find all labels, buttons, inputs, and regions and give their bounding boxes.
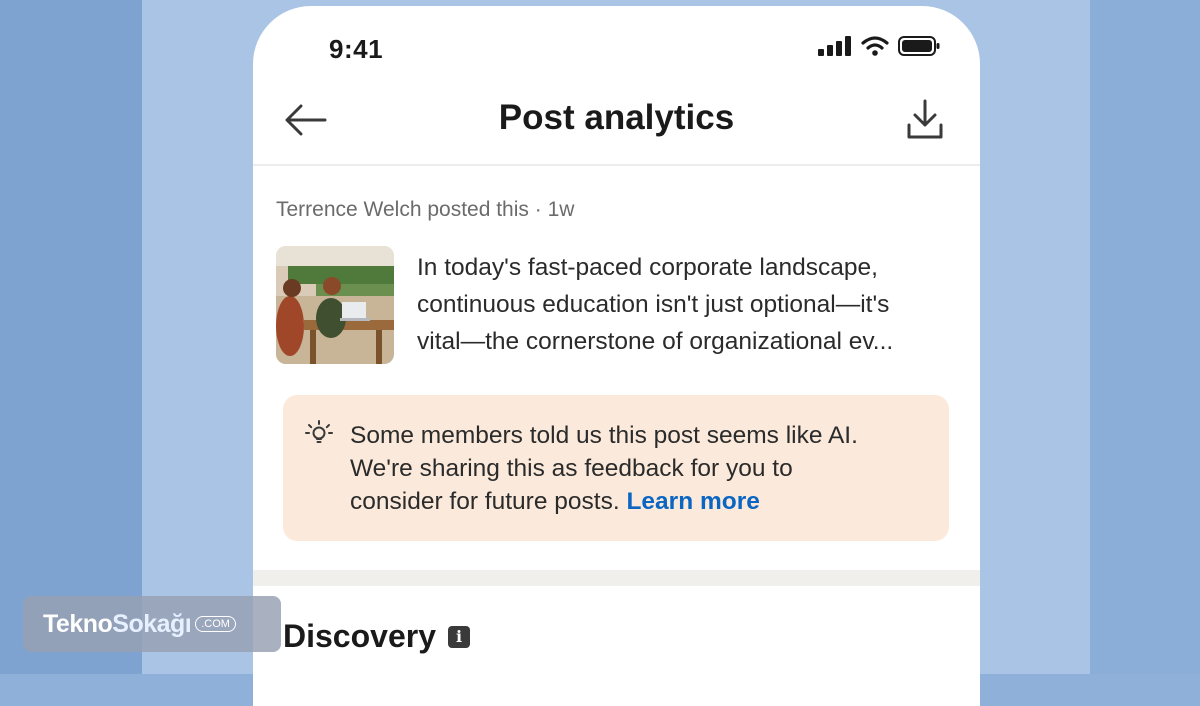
watermark-brand-part: Tekno xyxy=(43,609,113,638)
status-time: 9:41 xyxy=(329,34,384,64)
ai-notice-text: Some members told us this post seems lik… xyxy=(350,419,930,518)
discovery-section-header: Discovery i xyxy=(283,618,470,655)
learn-more-link[interactable]: Learn more xyxy=(626,488,759,515)
watermark-tld: .COM xyxy=(195,616,236,632)
watermark-brand-part: Sokağı xyxy=(112,609,192,638)
background-right-band xyxy=(1090,0,1200,674)
post-excerpt-line: In today's fast-paced corporate landscap… xyxy=(417,254,878,281)
section-divider xyxy=(253,570,980,586)
download-icon xyxy=(907,99,943,139)
page-title: Post analytics xyxy=(498,98,735,137)
signal-icon xyxy=(818,36,851,56)
info-icon[interactable]: i xyxy=(447,625,470,648)
post-excerpt-line: vital—the cornerstone of organizational … xyxy=(417,328,894,355)
watermark-brand: TeknoSokağı xyxy=(43,609,192,639)
post-age: 1w xyxy=(547,198,575,221)
post-meta: Terrence Welch posted this · 1w xyxy=(276,198,574,222)
lightbulb-icon xyxy=(305,419,333,447)
post-meta-separator: · xyxy=(534,198,542,221)
background-left-band xyxy=(0,0,142,674)
discovery-title: Discovery xyxy=(283,618,436,654)
post-excerpt[interactable]: In today's fast-paced corporate landscap… xyxy=(417,249,962,360)
wifi-icon xyxy=(861,36,889,56)
status-icons xyxy=(818,36,940,56)
post-photo xyxy=(276,246,394,364)
phone-screen: 9:41 Post analytics Terrence Welch poste… xyxy=(253,6,980,706)
battery-icon xyxy=(898,36,940,56)
post-excerpt-line: continuous education isn't just optional… xyxy=(417,291,890,318)
ai-notice-line: consider for future posts. xyxy=(350,488,620,515)
watermark-logo: TeknoSokağı .COM xyxy=(23,596,281,652)
app-header: Post analytics xyxy=(253,84,980,166)
ai-notice-line: We're sharing this as feedback for you t… xyxy=(350,455,793,482)
post-author-line[interactable]: Terrence Welch posted this xyxy=(276,198,529,221)
ai-feedback-notice: Some members told us this post seems lik… xyxy=(283,395,949,541)
download-button[interactable] xyxy=(904,97,946,143)
post-thumbnail[interactable] xyxy=(276,246,394,364)
ai-notice-line: Some members told us this post seems lik… xyxy=(350,422,858,449)
